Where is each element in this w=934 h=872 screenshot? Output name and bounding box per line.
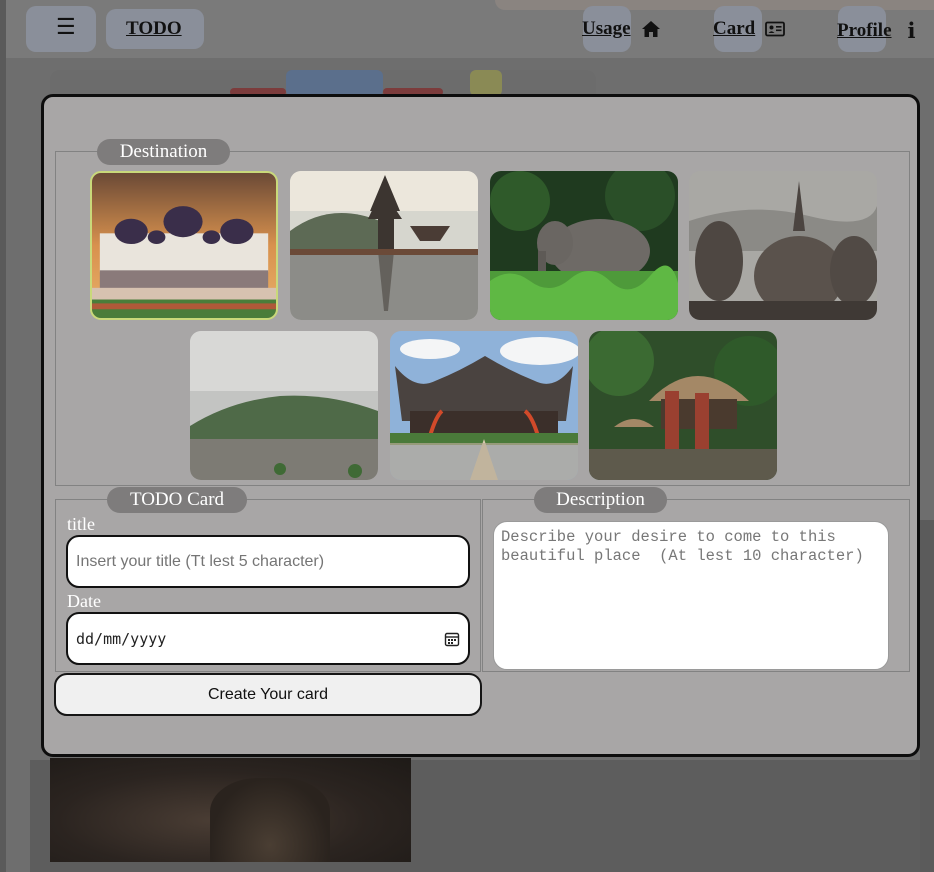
background-chip bbox=[286, 70, 383, 96]
hut-village-image bbox=[589, 331, 777, 480]
volcano-plain-image bbox=[190, 331, 378, 480]
lake-temple-image bbox=[290, 171, 478, 320]
todo-card-legend: TODO Card bbox=[107, 487, 247, 513]
destination-image-lake-temple[interactable] bbox=[290, 171, 478, 320]
nav-link-usage[interactable]: Usage bbox=[582, 18, 661, 40]
destination-image-hut-village[interactable] bbox=[589, 331, 777, 480]
brand-label: TODO bbox=[126, 18, 182, 39]
destination-image-grand-mosque[interactable] bbox=[90, 171, 278, 320]
grand-mosque-image bbox=[92, 173, 276, 318]
create-card-button[interactable]: Create Your card bbox=[54, 673, 482, 716]
background-edge bbox=[920, 520, 934, 872]
background-photo bbox=[50, 758, 411, 862]
elephant-jungle-image bbox=[490, 171, 678, 320]
nav-link-label: Usage bbox=[582, 18, 631, 39]
id-card-icon bbox=[765, 21, 786, 37]
brand-link[interactable]: TODO bbox=[126, 18, 182, 40]
date-placeholder: dd/mm/yyyy bbox=[76, 629, 167, 648]
create-card-modal: Destination TODO Card title Insert your … bbox=[41, 94, 920, 757]
description-legend: Description bbox=[534, 487, 667, 513]
destination-legend: Destination bbox=[97, 139, 230, 165]
date-input[interactable]: dd/mm/yyyy bbox=[66, 612, 470, 665]
menu-button[interactable]: ☰ bbox=[56, 14, 76, 40]
destination-image-traditional-house[interactable] bbox=[390, 331, 578, 480]
hamburger-menu-icon: ☰ bbox=[56, 14, 76, 39]
description-textarea[interactable] bbox=[493, 521, 889, 670]
nav-link-label: Card bbox=[713, 18, 756, 39]
destination-image-elephant-jungle[interactable] bbox=[490, 171, 678, 320]
background-chip bbox=[470, 70, 502, 96]
date-label: Date bbox=[67, 591, 101, 611]
stupa-temple-image bbox=[689, 171, 877, 320]
traditional-house-image bbox=[390, 331, 578, 480]
calendar-icon[interactable] bbox=[444, 631, 460, 647]
home-icon bbox=[641, 21, 660, 37]
nav-link-profile[interactable]: Profile i bbox=[837, 18, 916, 43]
background-edge bbox=[0, 0, 6, 872]
destination-image-stupa-temple[interactable] bbox=[689, 171, 877, 320]
title-label: title bbox=[67, 514, 95, 534]
nav-link-label: Profile bbox=[837, 19, 892, 41]
title-input[interactable] bbox=[66, 535, 470, 588]
nav-link-card[interactable]: Card bbox=[713, 18, 786, 40]
destination-image-volcano-plain[interactable] bbox=[190, 331, 378, 480]
info-icon: i bbox=[907, 18, 916, 43]
